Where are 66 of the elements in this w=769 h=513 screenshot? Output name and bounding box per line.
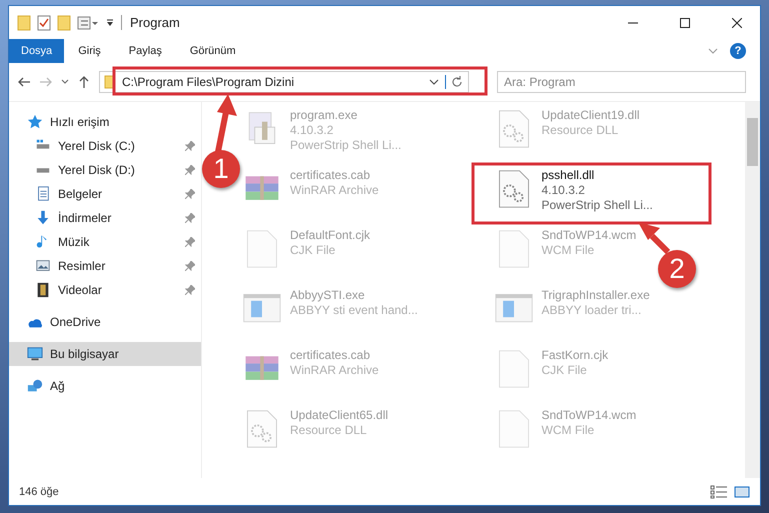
ribbon-tab[interactable]: Paylaş xyxy=(114,39,176,63)
checklist-icon[interactable] xyxy=(37,14,51,30)
pin-icon[interactable] xyxy=(185,213,195,223)
item-count: 146 öğe xyxy=(19,486,59,498)
star-icon xyxy=(27,114,43,130)
sidebar-item[interactable]: Yerel Disk (D:) xyxy=(9,158,201,182)
scrollbar[interactable] xyxy=(745,102,760,478)
window-title: Program xyxy=(121,15,180,30)
sidebar-item[interactable]: Yerel Disk (C:) xyxy=(9,134,201,158)
file-detail: 4.10.3.2 xyxy=(542,183,586,198)
ribbon-tab[interactable]: Giriş xyxy=(64,39,115,63)
ribbon-tab[interactable]: Görünüm xyxy=(176,39,250,63)
folder-item-icon xyxy=(35,258,51,274)
file-name[interactable]: psshell.dll xyxy=(542,168,653,183)
sidebar-item[interactable]: İndirmeler xyxy=(9,206,201,230)
close-icon[interactable] xyxy=(732,18,742,28)
file-detail: PowerStrip Shell Li... xyxy=(542,198,653,213)
folder-item-icon xyxy=(35,282,51,298)
pointer-arrow xyxy=(215,94,237,153)
file-detail: Resource DLL xyxy=(542,123,620,138)
sidebar-item[interactable]: Hızlı erişim xyxy=(9,110,201,134)
sidebar-item[interactable]: Belgeler xyxy=(9,182,201,206)
file-detail: WinRAR Archive xyxy=(290,183,379,198)
help-button[interactable]: ? xyxy=(730,43,746,59)
folder-item-icon xyxy=(35,186,51,202)
file-detail: ABBYY loader tri... xyxy=(542,303,642,318)
file-detail: PowerStrip Shell Li... xyxy=(290,138,402,153)
file-detail: CJK File xyxy=(542,363,588,378)
file-detail: Resource DLL xyxy=(290,423,368,438)
search-field[interactable]: Ara: Program xyxy=(497,71,746,93)
properties-icon[interactable] xyxy=(77,16,99,30)
refresh-icon[interactable] xyxy=(445,75,464,89)
pin-icon[interactable] xyxy=(185,141,195,151)
file-menu-button[interactable]: Dosya xyxy=(9,39,64,63)
monitor-icon xyxy=(27,346,43,362)
pin-icon[interactable] xyxy=(185,261,195,271)
pin-icon[interactable] xyxy=(185,189,195,199)
file-detail: WinRAR Archive xyxy=(290,363,379,378)
details-view-icon[interactable] xyxy=(710,484,728,498)
file-detail: CJK File xyxy=(290,243,336,258)
sidebar-item[interactable]: Müzik xyxy=(9,230,201,254)
folder-item-icon xyxy=(35,210,51,226)
folder-icon xyxy=(17,14,31,30)
sidebar-item[interactable]: Ağ xyxy=(9,374,201,398)
expand-ribbon-icon[interactable] xyxy=(708,47,718,55)
sidebar-item[interactable]: OneDrive xyxy=(9,310,201,334)
pointer-arrow xyxy=(638,222,670,254)
back-arrow-icon[interactable] xyxy=(17,75,31,89)
recent-caret-icon[interactable] xyxy=(61,79,69,85)
pin-icon[interactable] xyxy=(185,165,195,175)
pin-icon[interactable] xyxy=(185,285,195,295)
dropdown-caret-icon[interactable] xyxy=(429,78,439,86)
dropdown-caret-icon[interactable] xyxy=(105,18,115,28)
sidebar-item[interactable]: Videolar xyxy=(9,278,201,302)
maximize-icon[interactable] xyxy=(680,18,690,28)
file-detail: ABBYY sti event hand... xyxy=(290,303,418,318)
sidebar-item[interactable]: Bu bilgisayar xyxy=(9,342,201,366)
large-icons-view-icon[interactable] xyxy=(734,484,750,498)
up-arrow-icon[interactable] xyxy=(77,75,91,89)
file-detail: WCM File xyxy=(542,423,596,438)
file-detail: 4.10.3.2 xyxy=(290,123,334,138)
sidebar-item[interactable]: Resimler xyxy=(9,254,201,278)
file-detail: WCM File xyxy=(542,243,596,258)
pin-icon[interactable] xyxy=(185,237,195,247)
network-icon xyxy=(27,378,43,394)
address-field[interactable]: C:\Program Files\Program Dizini xyxy=(99,71,469,93)
